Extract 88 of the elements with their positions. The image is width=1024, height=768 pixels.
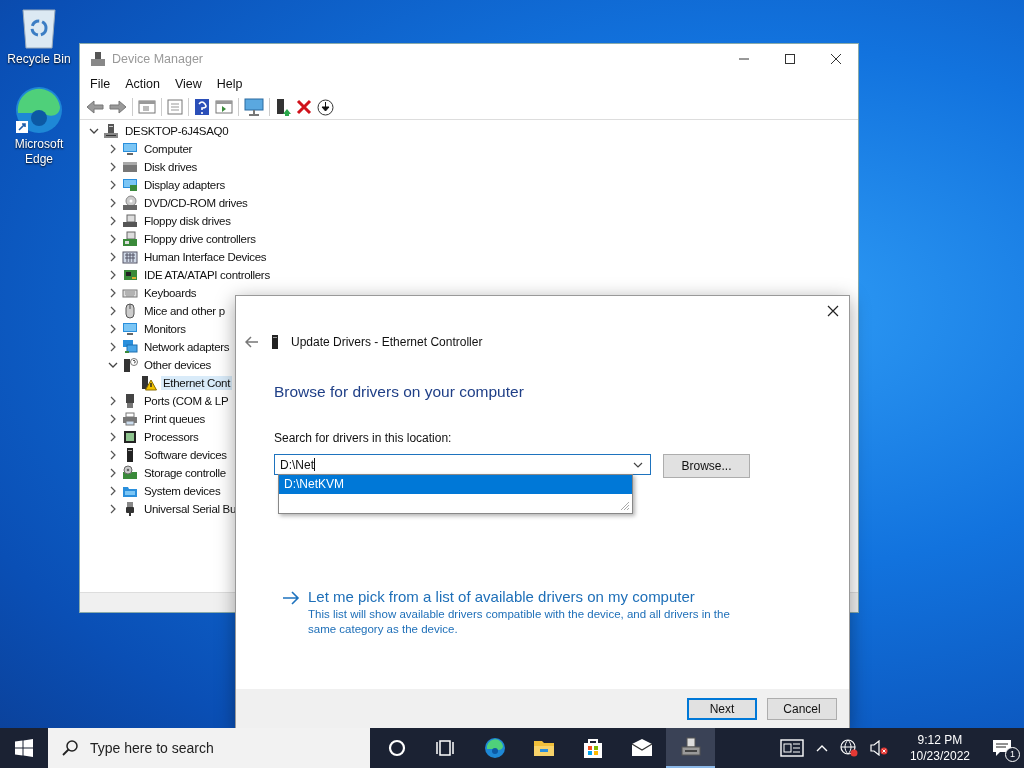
mouse-icon: [122, 303, 138, 319]
notification-badge: 1: [1005, 747, 1020, 762]
tree-item[interactable]: Floppy disk drives: [142, 214, 233, 228]
help-icon[interactable]: [194, 98, 210, 116]
back-icon[interactable]: [86, 99, 104, 115]
tree-item[interactable]: Disk drives: [142, 160, 199, 174]
clock-time[interactable]: 9:12 PM: [917, 732, 963, 748]
clock-date[interactable]: 10/23/2022: [909, 748, 970, 764]
close-icon[interactable]: [827, 305, 839, 317]
resize-grip-icon[interactable]: [620, 501, 630, 511]
maximize-icon[interactable]: [784, 52, 796, 65]
tree-item[interactable]: System devices: [142, 484, 223, 498]
dialog-button[interactable]: Next: [687, 697, 757, 720]
edge-icon[interactable]: [14, 85, 64, 135]
tree-item[interactable]: Print queues: [142, 412, 207, 426]
monitor-icon: [122, 321, 138, 337]
pick-driver-description: This list will show available drivers compatible with the device, and all drivers in the same category as the device.: [308, 607, 731, 637]
update-driver-icon[interactable]: [275, 98, 291, 116]
arrow-icon: [282, 591, 300, 605]
dropdown-caret-icon[interactable]: [633, 461, 643, 468]
chevron-up-icon[interactable]: [815, 744, 828, 752]
dialog-heading: Browse for drivers on your computer: [274, 383, 525, 401]
tree-item[interactable]: Mice and other p: [142, 304, 227, 318]
tree-item[interactable]: DVD/CD-ROM drives: [142, 196, 250, 210]
tree-item[interactable]: IDE ATA/ATAPI controllers: [142, 268, 272, 282]
display-adapter-icon: [122, 177, 138, 193]
circuit-board-icon: [122, 267, 138, 283]
menu-item[interactable]: View: [174, 77, 202, 91]
edge-icon[interactable]: [482, 736, 507, 760]
device-manager-icon[interactable]: [678, 735, 703, 759]
dialog-title: Update Drivers - Ethernet Controller: [291, 335, 483, 349]
collapse-chevron-icon[interactable]: [88, 126, 99, 136]
tree-item[interactable]: Ethernet Cont: [161, 376, 233, 390]
monitor-icon[interactable]: [244, 98, 264, 116]
close-icon[interactable]: [830, 52, 842, 65]
tree-item[interactable]: Ports (COM & LP: [142, 394, 231, 408]
unknown-device-icon: [122, 357, 138, 373]
tree-item[interactable]: Processors: [142, 430, 201, 444]
view-window-icon[interactable]: [215, 99, 233, 115]
taskbar-search-field[interactable]: Type here to search: [48, 728, 370, 768]
tree-item[interactable]: Computer: [142, 142, 195, 156]
device-manager-icon: [90, 50, 106, 67]
controller-icon: [122, 231, 138, 247]
disc-drive-icon: [122, 195, 138, 211]
monitor-icon: [122, 141, 138, 157]
tree-item[interactable]: DESKTOP-6J4SAQ0: [123, 124, 231, 138]
device-icon: [271, 334, 279, 350]
warning-device-icon: [141, 375, 157, 391]
forward-icon[interactable]: [109, 99, 127, 115]
tree-item[interactable]: Software devices: [142, 448, 229, 462]
floppy-drive-icon: [122, 213, 138, 229]
menu-item[interactable]: Action: [125, 77, 160, 91]
network-globe-icon[interactable]: [839, 739, 858, 757]
computer-icon: [103, 123, 119, 139]
tree-item[interactable]: Human Interface Devices: [142, 250, 269, 264]
tree-item[interactable]: Other devices: [142, 358, 214, 372]
window-title: Device Manager: [112, 51, 203, 66]
dialog-button[interactable]: Cancel: [767, 697, 837, 720]
autocomplete-item[interactable]: D:\NetKVM: [279, 475, 632, 494]
tree-item[interactable]: Display adapters: [142, 178, 227, 192]
menu-item[interactable]: File: [90, 77, 111, 91]
tree-item[interactable]: Monitors: [142, 322, 188, 336]
tree-item[interactable]: Floppy drive controllers: [142, 232, 258, 246]
printer-icon: [122, 411, 138, 427]
browse-button[interactable]: Browse...: [663, 454, 750, 478]
collapse-chevron-icon[interactable]: [107, 360, 118, 370]
news-icon[interactable]: [779, 739, 804, 757]
download-icon[interactable]: [317, 98, 334, 116]
menu-item[interactable]: Help: [216, 77, 243, 91]
delete-icon[interactable]: [296, 99, 312, 115]
tree-item[interactable]: Storage controlle: [142, 466, 228, 480]
back-arrow-icon[interactable]: [245, 336, 259, 348]
drive-icon: [122, 159, 138, 175]
muted-speaker-icon[interactable]: [869, 740, 888, 756]
desktop-icon-label[interactable]: Recycle Bin: [4, 52, 74, 67]
chip-icon: [122, 429, 138, 445]
location-label: Search for drivers in this location:: [274, 431, 453, 445]
tree-item[interactable]: Network adapters: [142, 340, 232, 354]
pick-driver-link[interactable]: Let me pick from a list of available drivers on my computer: [308, 588, 753, 605]
network-icon: [122, 339, 138, 355]
tree-item[interactable]: Keyboards: [142, 286, 199, 300]
recycle-bin-icon[interactable]: [20, 6, 58, 50]
start-icon[interactable]: [15, 739, 33, 757]
properties-window-icon[interactable]: [138, 99, 156, 115]
desktop-icon-label[interactable]: Microsoft Edge: [4, 137, 74, 167]
search-icon: [61, 739, 79, 757]
keyboard-icon: [122, 249, 138, 265]
storage-controller-icon: [122, 465, 138, 481]
